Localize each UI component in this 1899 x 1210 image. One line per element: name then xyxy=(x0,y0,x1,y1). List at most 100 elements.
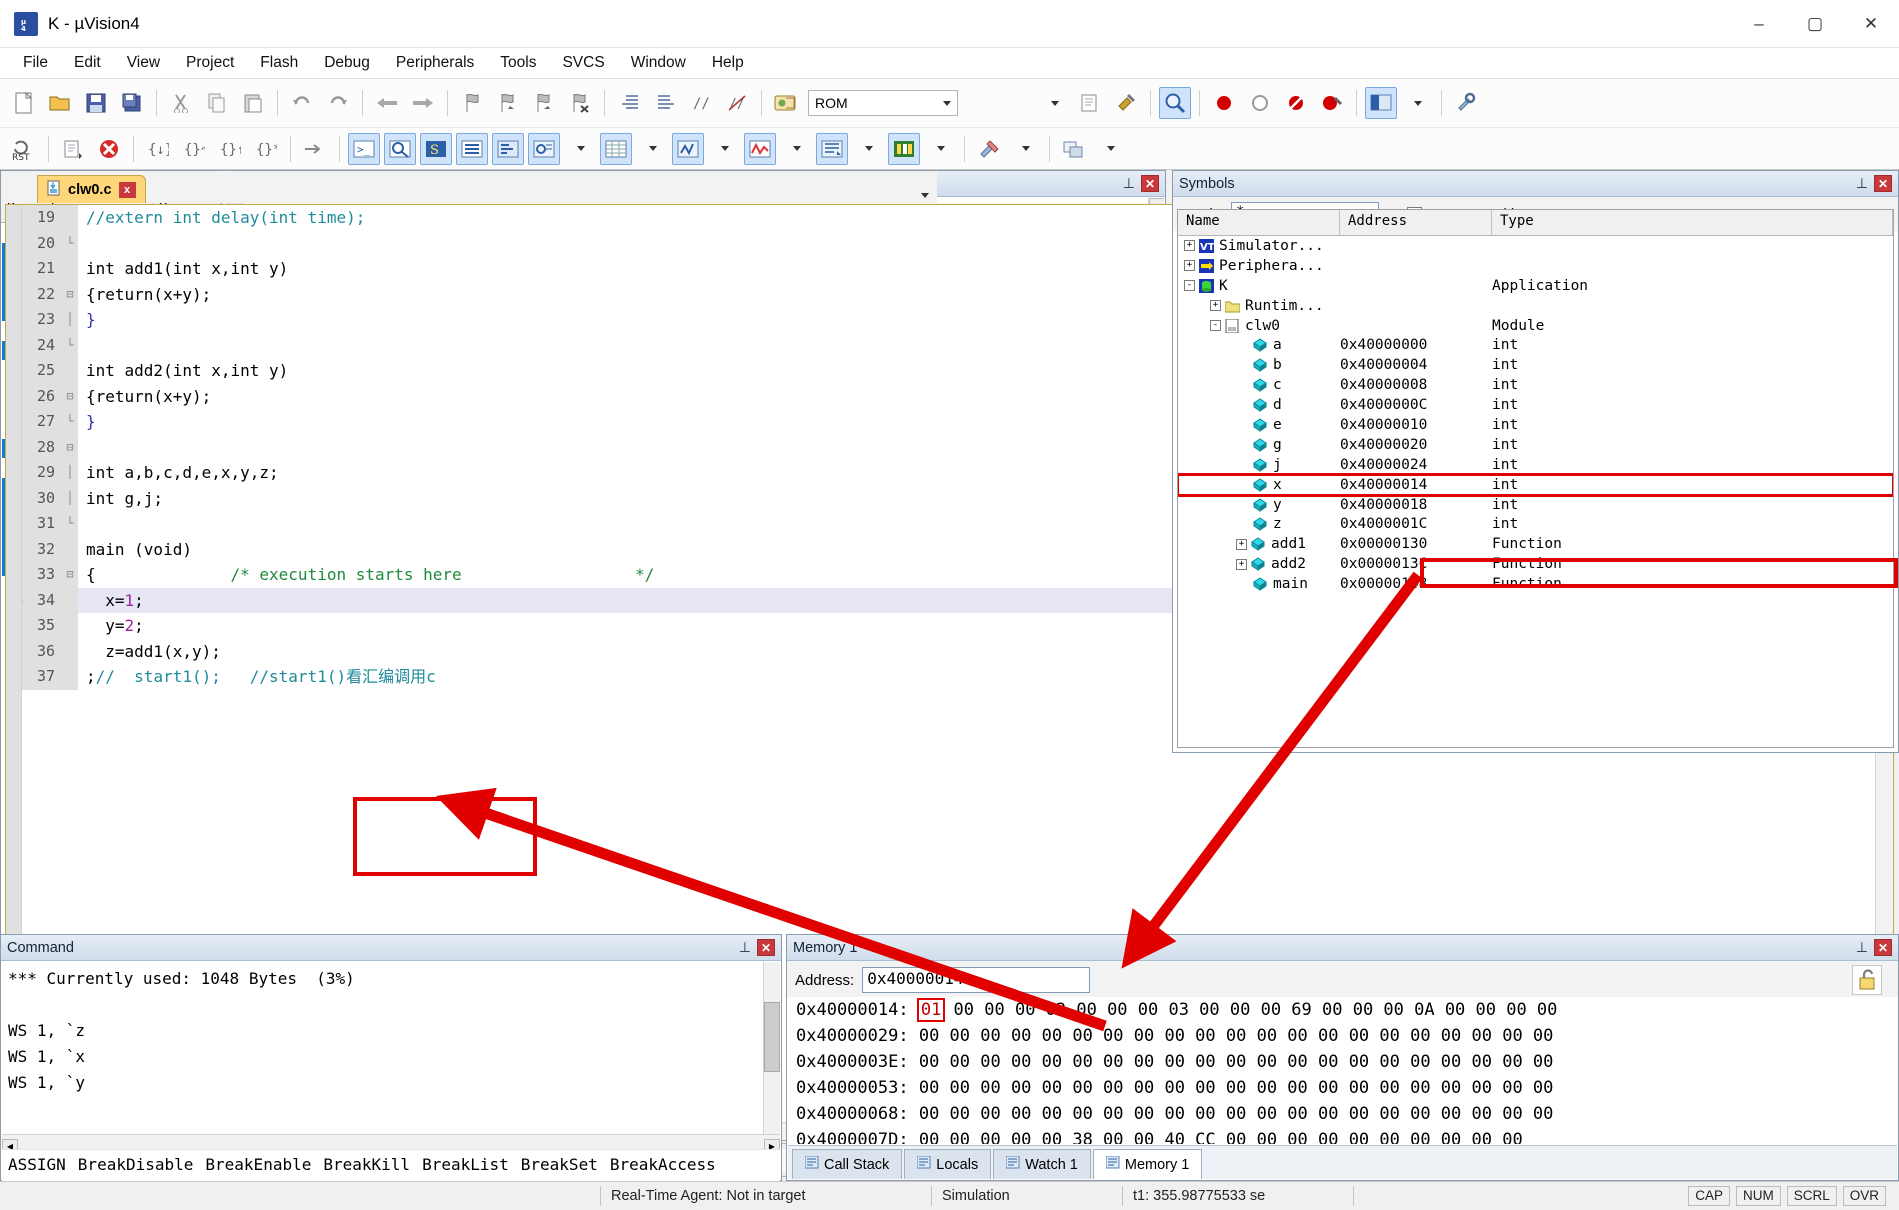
symbol-row[interactable]: + add1 0x00000130 Function xyxy=(1178,534,1893,554)
bookmark-prev-icon[interactable] xyxy=(492,87,524,119)
editor-tab-clw0-c[interactable]: clw0.c x xyxy=(37,175,146,203)
memory-row[interactable]: 0x4000007D: 00 00 00 00 00 38 00 00 40 C… xyxy=(788,1127,1897,1144)
serial-dropdown-icon[interactable] xyxy=(708,133,740,165)
open-folder-icon[interactable] xyxy=(44,87,76,119)
tab-call-stack[interactable]: Call Stack xyxy=(792,1149,903,1179)
menu-item-peripherals[interactable]: Peripherals xyxy=(383,50,487,76)
target-combo[interactable]: ROM xyxy=(808,90,958,116)
fold-marker-icon[interactable] xyxy=(62,205,78,231)
system-viewer-dropdown-icon[interactable] xyxy=(924,133,956,165)
fold-marker-icon[interactable] xyxy=(62,536,78,562)
command-keyword[interactable]: BreakAccess xyxy=(610,1155,716,1174)
menu-item-debug[interactable]: Debug xyxy=(311,50,383,76)
undo-icon[interactable] xyxy=(286,87,318,119)
symbol-row[interactable]: - clw0 Module xyxy=(1178,316,1893,336)
symbol-row[interactable]: c 0x40000008 int xyxy=(1178,375,1893,395)
callstack-window-icon[interactable] xyxy=(492,132,524,165)
symbol-row[interactable]: y 0x40000018 int xyxy=(1178,495,1893,515)
system-viewer-icon[interactable] xyxy=(888,132,920,165)
symbols-window-icon[interactable]: S xyxy=(420,132,452,165)
toolbox-icon[interactable] xyxy=(973,133,1005,165)
step-over-icon[interactable]: {}↷ xyxy=(178,133,210,165)
menu-item-help[interactable]: Help xyxy=(699,50,757,76)
symbol-row[interactable]: main 0x00000148 Function xyxy=(1178,574,1893,594)
step-icon[interactable]: {↓} xyxy=(142,133,174,165)
command-keyword[interactable]: BreakSet xyxy=(521,1155,598,1174)
close-icon[interactable]: ✕ xyxy=(757,939,775,956)
menu-item-file[interactable]: File xyxy=(10,50,61,76)
reset-icon[interactable]: RST xyxy=(8,133,40,165)
breakpoint-kill-icon[interactable] xyxy=(1316,87,1348,119)
symbols-rows[interactable]: + VT Simulator... + Periphera... - K Applicatio… xyxy=(1178,236,1893,594)
close-button[interactable]: ✕ xyxy=(1843,0,1899,48)
uncomment-icon[interactable]: // xyxy=(721,87,753,119)
tab-watch-1[interactable]: Watch 1 xyxy=(993,1149,1091,1179)
bookmark-next-icon[interactable] xyxy=(528,87,560,119)
copy-icon[interactable] xyxy=(201,87,233,119)
watch-dropdown-icon[interactable] xyxy=(564,133,596,165)
trace-window-icon[interactable] xyxy=(816,132,848,165)
disassembly-window-icon[interactable] xyxy=(384,132,416,165)
command-window-icon[interactable]: >_ xyxy=(348,132,380,165)
lock-open-icon[interactable] xyxy=(1852,965,1882,995)
breakpoint-icon[interactable] xyxy=(1208,87,1240,119)
menu-item-tools[interactable]: Tools xyxy=(487,50,549,76)
breakpoint-disable-icon[interactable] xyxy=(1244,87,1276,119)
menu-item-flash[interactable]: Flash xyxy=(247,50,311,76)
fold-marker-icon[interactable] xyxy=(62,613,78,639)
close-icon[interactable]: ✕ xyxy=(1874,175,1892,192)
target-options-icon[interactable] xyxy=(770,87,802,119)
collapse-icon[interactable]: - xyxy=(1184,280,1195,292)
fold-marker-icon[interactable]: │ xyxy=(62,307,78,333)
menu-item-window[interactable]: Window xyxy=(618,50,699,76)
outdent-icon[interactable] xyxy=(649,87,681,119)
pin-icon[interactable]: ⊥ xyxy=(1856,175,1868,192)
close-icon[interactable]: ✕ xyxy=(1141,175,1159,192)
forward-icon[interactable] xyxy=(407,87,439,119)
cut-icon[interactable] xyxy=(165,87,197,119)
bookmark-toggle-icon[interactable] xyxy=(456,87,488,119)
command-keyword[interactable]: BreakEnable xyxy=(205,1155,311,1174)
fold-marker-icon[interactable]: └ xyxy=(62,332,78,358)
configure-icon[interactable] xyxy=(1450,87,1482,119)
back-icon[interactable] xyxy=(371,87,403,119)
debug-restore-dropdown-icon[interactable] xyxy=(1094,133,1126,165)
save-all-icon[interactable] xyxy=(116,87,148,119)
fold-marker-icon[interactable] xyxy=(62,256,78,282)
save-icon[interactable] xyxy=(80,87,112,119)
command-scrollbar[interactable] xyxy=(763,962,780,1134)
fold-marker-icon[interactable]: └ xyxy=(62,409,78,435)
expand-icon[interactable]: + xyxy=(1184,260,1195,272)
step-out-icon[interactable]: {}↑ xyxy=(214,133,246,165)
expand-icon[interactable]: + xyxy=(1184,240,1195,252)
fold-marker-icon[interactable]: ⊟ xyxy=(62,383,78,409)
symbol-row[interactable]: b 0x40000004 int xyxy=(1178,355,1893,375)
command-keyword[interactable]: BreakDisable xyxy=(78,1155,194,1174)
memory-row[interactable]: 0x40000053: 00 00 00 00 00 00 00 00 00 0… xyxy=(788,1075,1897,1101)
symbol-row[interactable]: - K Application xyxy=(1178,276,1893,296)
command-keyword[interactable]: BreakList xyxy=(422,1155,509,1174)
fold-marker-icon[interactable]: └ xyxy=(62,230,78,256)
memory-window-icon[interactable] xyxy=(600,132,632,165)
breakpoint-disable-all-icon[interactable] xyxy=(1280,87,1312,119)
memory-address-input[interactable]: 0x40000014 xyxy=(862,967,1091,993)
indent-icon[interactable] xyxy=(613,87,645,119)
toolbox-dropdown-icon[interactable] xyxy=(1009,133,1041,165)
symbol-row[interactable]: z 0x4000001C int xyxy=(1178,514,1893,534)
pin-icon[interactable]: ⊥ xyxy=(739,939,751,956)
fold-marker-icon[interactable]: ⊟ xyxy=(62,562,78,588)
symbol-row[interactable]: + add2 0x0000013C Function xyxy=(1178,554,1893,574)
new-file-icon[interactable] xyxy=(8,87,40,119)
window-layout-dropdown-icon[interactable] xyxy=(1401,87,1433,119)
expand-icon[interactable]: + xyxy=(1236,538,1247,550)
symbols-col-address[interactable]: Address xyxy=(1340,210,1492,235)
fold-marker-icon[interactable] xyxy=(62,638,78,664)
symbol-row[interactable]: a 0x40000000 int xyxy=(1178,335,1893,355)
menu-item-edit[interactable]: Edit xyxy=(61,50,114,76)
symbol-row[interactable]: d 0x4000000C int xyxy=(1178,395,1893,415)
minimize-button[interactable]: – xyxy=(1731,0,1787,48)
memory-row[interactable]: 0x40000068: 00 00 00 00 00 00 00 00 00 0… xyxy=(788,1101,1897,1127)
fold-marker-icon[interactable]: ⊟ xyxy=(62,281,78,307)
menu-item-svcs[interactable]: SVCS xyxy=(549,50,617,76)
pin-icon[interactable]: ⊥ xyxy=(1123,175,1135,192)
